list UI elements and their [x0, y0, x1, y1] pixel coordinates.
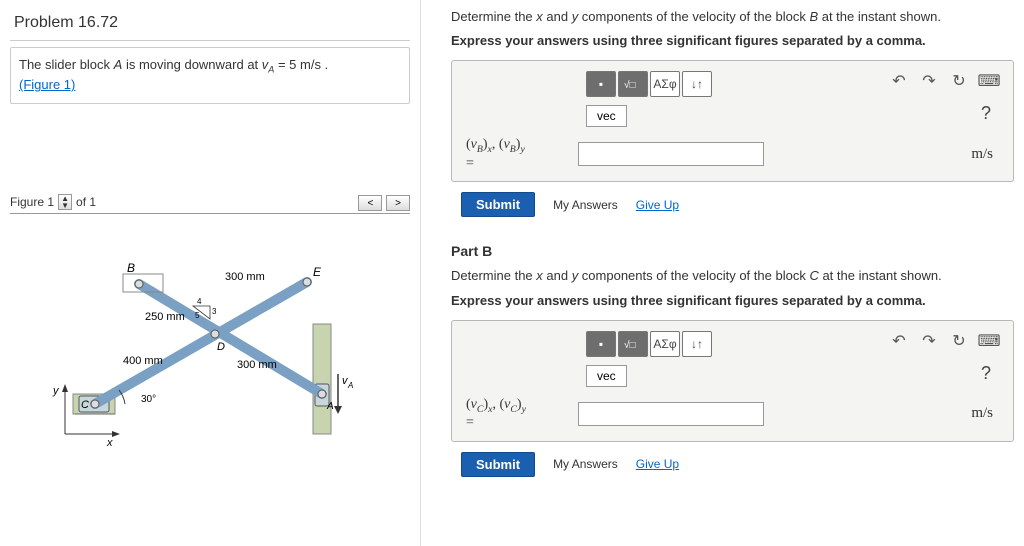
template-icon[interactable]: ▪ [586, 71, 616, 97]
lbl-300a: 300 mm [225, 271, 265, 283]
svg-text:√□: √□ [624, 79, 636, 91]
parta-panel: ▪ √□ ΑΣφ ↓↑ ↶ ↷ ↻ ⌨ vec ? (vB)x, (vB)y= [451, 60, 1014, 182]
lbl-d: D [217, 341, 225, 353]
reset-icon-b[interactable]: ↻ [949, 331, 969, 351]
lbl-400: 400 mm [123, 355, 163, 367]
help-icon[interactable]: ? [981, 103, 991, 124]
arrows-button-b[interactable]: ↓↑ [682, 331, 712, 357]
fraction-root-icon[interactable]: √□ [618, 71, 648, 97]
partb-submit-button[interactable]: Submit [461, 452, 535, 477]
partb-myanswers: My Answers [553, 457, 618, 471]
lbl-ang: 30° [141, 394, 156, 405]
partb-giveup-link[interactable]: Give Up [636, 457, 679, 471]
parta-instruction: Determine the x and y components of the … [451, 8, 1014, 26]
partb-title: Part B [451, 243, 1014, 259]
reset-icon[interactable]: ↻ [949, 71, 969, 91]
parta-express: Express your answers using three signifi… [451, 32, 1014, 50]
figure-of: of 1 [76, 195, 96, 209]
parta-eq-label: (vB)x, (vB)y= [466, 137, 578, 171]
keyboard-icon-b[interactable]: ⌨ [979, 331, 999, 351]
lbl-250: 250 mm [145, 311, 185, 323]
desc-val: = 5 m/s [274, 57, 321, 72]
redo-icon[interactable]: ↷ [919, 71, 939, 91]
figure-label: Figure 1 [10, 195, 54, 209]
mechanism-diagram: B E C D A v A 300 mm 250 mm 400 mm 300 m… [45, 234, 375, 474]
figure-next-button[interactable]: > [386, 195, 410, 211]
desc-text: The slider block [19, 57, 114, 72]
desc-end: . [321, 57, 328, 72]
problem-description: The slider block A is moving downward at… [10, 47, 410, 104]
partb-instruction: Determine the x and y components of the … [451, 267, 1014, 285]
undo-icon[interactable]: ↶ [889, 71, 909, 91]
help-icon-b[interactable]: ? [981, 363, 991, 384]
lbl-a: A [326, 401, 334, 412]
parta-submit-button[interactable]: Submit [461, 192, 535, 217]
fraction-root-icon-b[interactable]: √□ [618, 331, 648, 357]
partb-panel: ▪ √□ ΑΣφ ↓↑ ↶ ↷ ↻ ⌨ vec ? (vC)x, (vC)y= [451, 320, 1014, 442]
lbl-c: C [81, 399, 89, 411]
partb-unit: m/s [971, 405, 999, 422]
problem-title: Problem 16.72 [10, 8, 410, 41]
lbl-x: x [106, 437, 113, 449]
lbl-b: B [127, 261, 135, 275]
greek-button[interactable]: ΑΣφ [650, 71, 680, 97]
vec-button[interactable]: vec [586, 105, 627, 127]
lbl-5: 5 [195, 311, 200, 320]
figure-header: Figure 1 ▲▼ of 1 < > [10, 194, 410, 215]
svg-text:√□: √□ [624, 339, 636, 351]
template-icon-b[interactable]: ▪ [586, 331, 616, 357]
partb-eq-label: (vC)x, (vC)y= [466, 397, 578, 431]
figure-spinner[interactable]: ▲▼ [58, 194, 72, 210]
parta-myanswers: My Answers [553, 198, 618, 212]
figure-prev-button[interactable]: < [358, 195, 382, 211]
parta-giveup-link[interactable]: Give Up [636, 198, 679, 212]
spinner-up-icon[interactable]: ▲▼ [59, 195, 71, 209]
partb-express: Express your answers using three signifi… [451, 292, 1014, 310]
arrows-button[interactable]: ↓↑ [682, 71, 712, 97]
desc-text2: is moving downward at [122, 57, 261, 72]
greek-button-b[interactable]: ΑΣφ [650, 331, 680, 357]
lbl-3: 3 [212, 307, 217, 316]
vec-button-b[interactable]: vec [586, 365, 627, 387]
figure-area: B E C D A v A 300 mm 250 mm 400 mm 300 m… [10, 214, 410, 494]
lbl-e: E [313, 265, 322, 279]
redo-icon-b[interactable]: ↷ [919, 331, 939, 351]
lbl-4: 4 [197, 297, 202, 306]
keyboard-icon[interactable]: ⌨ [979, 71, 999, 91]
lbl-y: y [52, 385, 60, 397]
lbl-300b: 300 mm [237, 359, 277, 371]
parta-unit: m/s [971, 146, 999, 163]
parta-answer-input[interactable] [578, 142, 764, 166]
lbl-va-sub: A [347, 381, 353, 390]
figure-link[interactable]: (Figure 1) [19, 77, 75, 92]
undo-icon-b[interactable]: ↶ [889, 331, 909, 351]
partb-answer-input[interactable] [578, 402, 764, 426]
